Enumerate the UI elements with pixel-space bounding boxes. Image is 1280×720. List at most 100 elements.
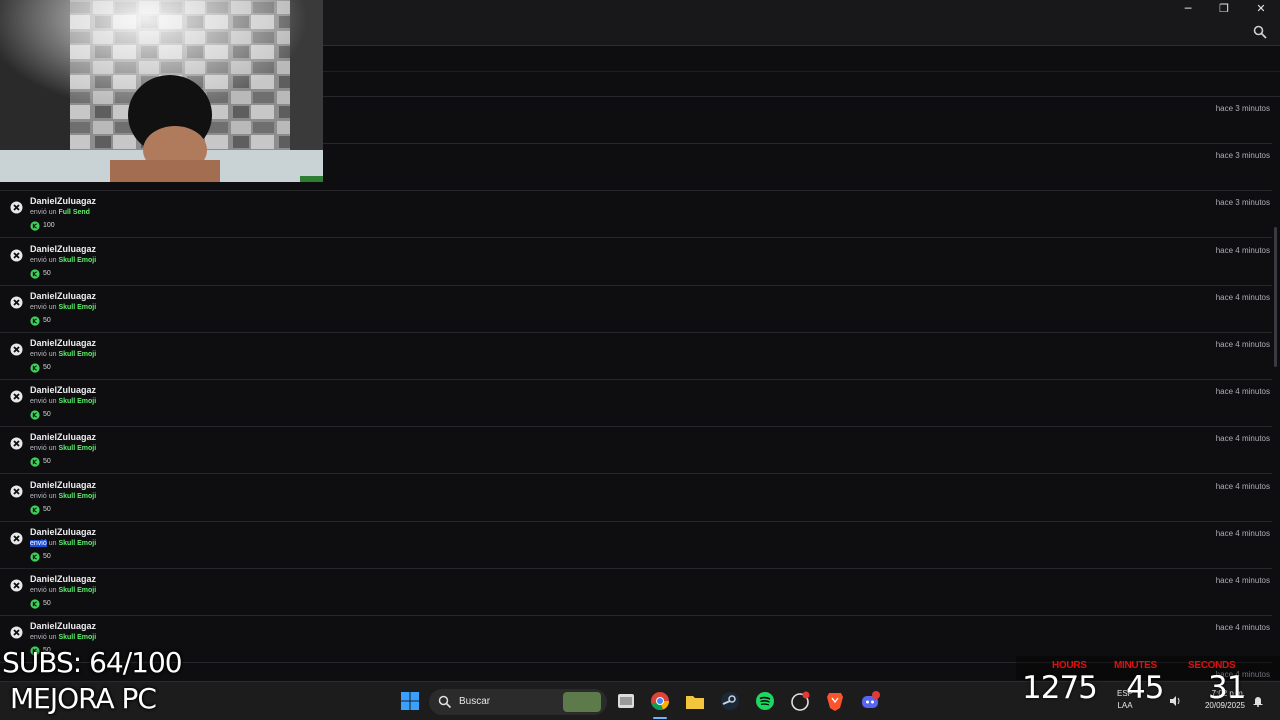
event-verb: envió <box>30 445 47 453</box>
minutes-value: 45 <box>1126 670 1164 706</box>
amount-value: 50 <box>43 505 51 513</box>
gift-name: Full Send <box>58 209 90 217</box>
event-connector: un <box>48 398 57 406</box>
gift-name: Skull Emoji <box>58 539 97 547</box>
event-connector: un <box>48 256 57 264</box>
event-username[interactable]: DanielZuluagaz <box>30 621 96 631</box>
event-action: envió un Skull Emoji <box>30 493 96 500</box>
event-timestamp: hace 3 minutos <box>1215 104 1270 113</box>
active-app-indicator <box>653 717 667 719</box>
event-action: envió un Skull Emoji <box>30 351 96 358</box>
minimize-button[interactable]: ─ <box>1170 0 1206 18</box>
close-button[interactable]: ✕ <box>1243 0 1279 18</box>
event-action: envió un Skull Emoji <box>30 634 96 641</box>
event-connector: un <box>48 539 57 547</box>
feed-event-row[interactable]: DanielZuluagaz envió un Skull Emoji 50 hace… <box>0 569 1272 616</box>
windows-start-icon[interactable] <box>399 690 421 712</box>
event-verb: envió <box>30 209 47 217</box>
event-action: envió un Skull Emoji <box>30 445 96 452</box>
event-username[interactable]: DanielZuluagaz <box>30 574 96 584</box>
search-label: Buscar <box>459 696 491 707</box>
feed-event-row[interactable]: DanielZuluagaz envió un Skull Emoji 50 hace… <box>0 475 1272 522</box>
gift-event-icon <box>10 437 23 450</box>
event-verb: envió <box>30 398 47 406</box>
amount-value: 50 <box>43 364 51 371</box>
feed-event-row[interactable]: DanielZuluagaz envió un Skull Emoji 50 hace… <box>0 333 1272 380</box>
event-connector: un <box>48 492 57 500</box>
event-verb: envió <box>30 587 47 594</box>
spotify-icon[interactable] <box>754 690 776 712</box>
file-explorer-icon[interactable] <box>615 690 637 712</box>
amount-value: 50 <box>43 316 51 324</box>
event-action: envió un Skull Emoji <box>30 587 96 594</box>
folder-icon[interactable] <box>684 690 706 712</box>
event-username[interactable]: DanielZuluagaz <box>30 338 96 348</box>
event-connector: un <box>48 351 57 358</box>
event-action: envió un Skull Emoji <box>30 304 96 311</box>
event-connector: un <box>48 587 57 594</box>
gift-name: Skull Emoji <box>58 492 97 500</box>
event-verb: envió <box>30 303 47 311</box>
amount-value: 50 <box>43 411 51 419</box>
event-username[interactable]: DanielZuluagaz <box>30 480 96 490</box>
event-username[interactable]: DanielZuluagaz <box>30 432 96 442</box>
seconds-value: 31 <box>1208 670 1246 706</box>
event-timestamp: hace 3 minutos <box>1215 198 1270 208</box>
feed-scrollbar[interactable] <box>1272 97 1280 680</box>
feed-event-row[interactable]: DanielZuluagaz envió un Skull Emoji 50 hace… <box>0 286 1272 333</box>
amount-value: 50 <box>43 552 51 560</box>
brave-icon[interactable] <box>824 690 846 712</box>
gift-name: Skull Emoji <box>58 634 97 642</box>
discord-icon[interactable] <box>859 690 881 712</box>
app-icon[interactable] <box>789 690 811 712</box>
event-verb: envió <box>30 634 47 642</box>
feed-event-row[interactable]: DanielZuluagaz envió un Skull Emoji 50 hace… <box>0 380 1272 428</box>
feed-event-row[interactable]: DanielZuluagaz envió un Skull Emoji 50 hace… <box>0 239 1272 286</box>
kick-coin-icon <box>30 504 40 515</box>
event-timestamp: hace 4 minutos <box>1215 576 1270 585</box>
gift-event-icon <box>10 296 23 309</box>
scrollbar-thumb[interactable] <box>1274 227 1277 367</box>
event-action: envió un Skull Emoji <box>30 257 96 264</box>
gift-name: Skull Emoji <box>58 445 97 453</box>
event-username[interactable]: DanielZuluagaz <box>30 385 96 395</box>
taskbar-search[interactable]: Buscar <box>429 689 607 715</box>
event-feed: hace 3 minutos hace 3 minutos DanielZuluag… <box>0 97 1272 680</box>
event-username[interactable]: DanielZuluagaz <box>30 196 96 206</box>
gift-name: Skull Emoji <box>58 398 97 406</box>
kick-coin-icon <box>30 552 40 562</box>
gift-event-icon <box>10 532 23 545</box>
event-username[interactable]: DanielZuluagaz <box>30 291 96 301</box>
event-timestamp: hace 4 minutos <box>1215 245 1270 255</box>
gift-name: Skull Emoji <box>58 256 97 264</box>
event-connector: un <box>48 209 57 217</box>
steam-icon[interactable] <box>719 690 741 712</box>
gift-event-icon <box>10 626 23 639</box>
event-timestamp: hace 4 minutos <box>1215 434 1270 444</box>
event-verb: envió <box>30 492 47 500</box>
hours-value: 1275 <box>1022 670 1098 706</box>
event-timestamp: hace 4 minutos <box>1215 340 1270 349</box>
event-verb: envió <box>30 539 47 547</box>
search-icon[interactable] <box>1253 25 1267 39</box>
amount-value: 50 <box>43 600 51 607</box>
event-timestamp: hace 4 minutos <box>1215 481 1270 491</box>
kick-coin-icon <box>30 599 40 609</box>
feed-event-row[interactable]: DanielZuluagaz envió un Skull Emoji 50 hace… <box>0 427 1272 475</box>
restore-button[interactable]: ❐ <box>1206 0 1242 18</box>
event-timestamp: hace 4 minutos <box>1215 292 1270 302</box>
gift-event-icon <box>10 579 23 592</box>
gift-name: Skull Emoji <box>58 587 97 594</box>
gift-event-icon <box>10 485 23 498</box>
event-username[interactable]: DanielZuluagaz <box>30 527 96 537</box>
event-username[interactable]: DanielZuluagaz <box>30 244 96 254</box>
countdown-timer: HOURS MINUTES SECONDS 1275 45 31 <box>1016 656 1280 720</box>
chrome-icon[interactable] <box>649 690 671 712</box>
feed-event-row[interactable]: DanielZuluagaz envió un Skull Emoji 50 hace… <box>0 522 1272 569</box>
gift-name: Skull Emoji <box>58 303 97 311</box>
event-action: envió un Skull Emoji <box>30 539 97 547</box>
event-timestamp: hace 4 minutos <box>1215 528 1270 538</box>
feed-event-row[interactable]: DanielZuluagaz envió un Full Send 100 hace … <box>0 191 1272 239</box>
event-action: envió un Full Send <box>30 209 90 216</box>
amount-value: 50 <box>43 269 51 277</box>
